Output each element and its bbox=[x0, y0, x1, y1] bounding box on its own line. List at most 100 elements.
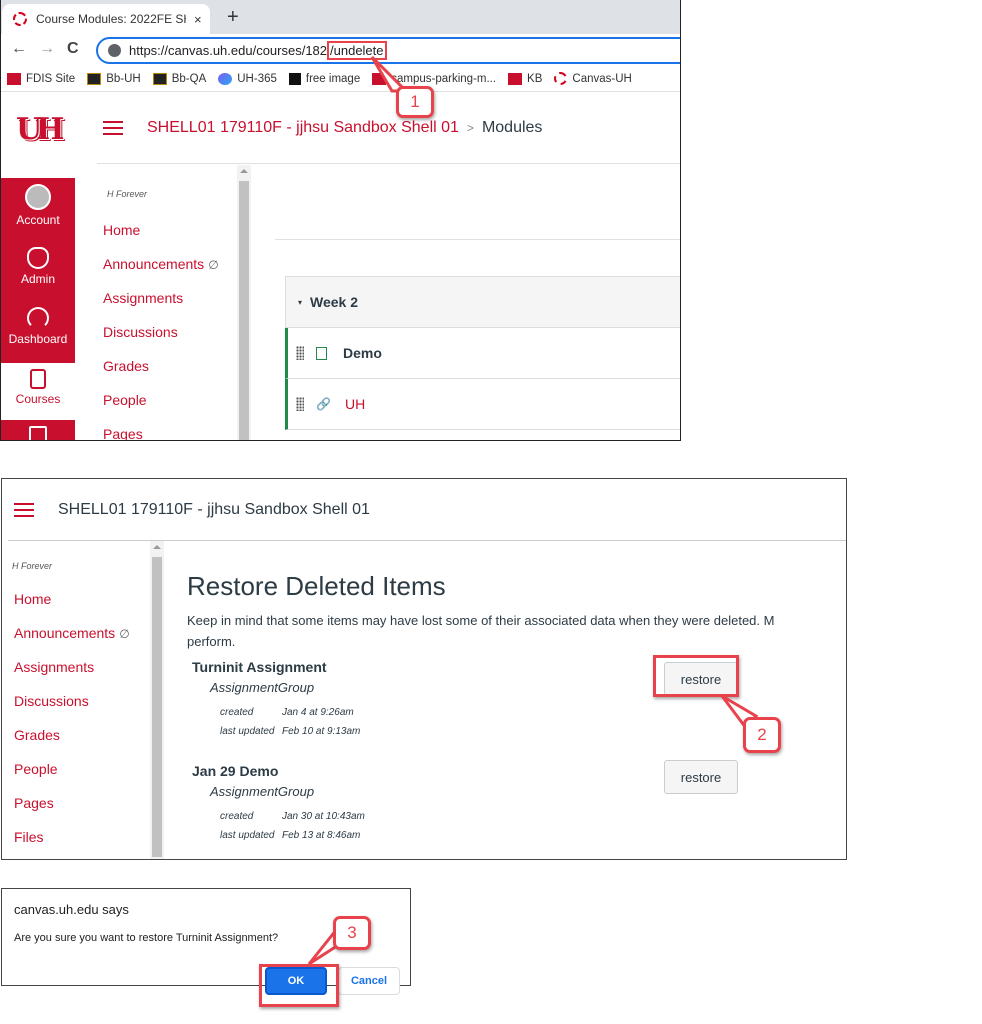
global-nav-admin[interactable]: Admin bbox=[1, 241, 75, 301]
back-icon[interactable]: ← bbox=[11, 40, 27, 58]
ok-button-highlight bbox=[259, 964, 339, 1007]
bookmark-bb-uh[interactable]: Bb-UH bbox=[87, 72, 141, 85]
forward-icon[interactable]: → bbox=[39, 40, 55, 58]
blackboard-icon bbox=[152, 72, 167, 85]
bookmark-label: Bb-UH bbox=[106, 72, 141, 85]
hamburger-menu-icon[interactable] bbox=[14, 502, 34, 517]
updated-date: Feb 13 at 8:46am bbox=[282, 830, 361, 841]
bookmark-bb-qa[interactable]: Bb-QA bbox=[152, 72, 206, 85]
course-nav-assignments[interactable]: Assignments bbox=[14, 659, 94, 675]
bookmark-label: free image bbox=[305, 72, 361, 85]
bookmark-canvas-uh[interactable]: Canvas-UH bbox=[554, 72, 632, 85]
browser-tab[interactable]: Course Modules: 2022FE SHELL01 × bbox=[2, 4, 210, 34]
meta-label: last updated bbox=[220, 726, 275, 737]
callout-1: 1 bbox=[396, 86, 434, 118]
course-nav-scrollbar[interactable] bbox=[237, 165, 251, 440]
course-nav-grades[interactable]: Grades bbox=[14, 727, 60, 743]
course-nav-home[interactable]: Home bbox=[14, 591, 51, 607]
course-nav-pages[interactable]: Pages bbox=[14, 795, 54, 811]
divider bbox=[275, 239, 680, 240]
account-icon bbox=[25, 184, 51, 210]
module-item[interactable]: 🔗 UH bbox=[285, 379, 680, 430]
new-tab-button[interactable]: + bbox=[227, 6, 239, 29]
restore-button-highlight bbox=[653, 655, 739, 697]
deleted-item-meta: created Jan 30 at 10:43am last updated Feb… bbox=[220, 807, 752, 845]
browser-toolbar: ← → C https://canvas.uh.edu/courses/182/… bbox=[1, 34, 680, 66]
course-nav-announcements[interactable]: Announcements ∅ bbox=[103, 256, 219, 272]
scroll-thumb[interactable] bbox=[239, 181, 249, 440]
course-nav-label: Announcements bbox=[103, 256, 205, 272]
global-nav-label: Admin bbox=[20, 272, 55, 286]
bookmark-fdis[interactable]: FDIS Site bbox=[7, 72, 76, 85]
callout-2: 2 bbox=[743, 717, 781, 753]
drag-handle-icon[interactable] bbox=[296, 346, 304, 360]
meta-label: created bbox=[220, 811, 254, 822]
dashboard-icon bbox=[27, 307, 49, 329]
site-info-icon[interactable] bbox=[108, 44, 121, 57]
course-nav-people[interactable]: People bbox=[103, 392, 147, 408]
meta-label: last updated bbox=[220, 830, 275, 841]
global-nav-label: Courses bbox=[15, 392, 61, 406]
scroll-up-icon[interactable] bbox=[153, 545, 161, 549]
module-item-title[interactable]: UH bbox=[345, 396, 365, 412]
course-title[interactable]: SHELL01 179110F - jjhsu Sandbox Shell 01 bbox=[58, 501, 370, 519]
uh-logo[interactable]: UH bbox=[16, 112, 65, 152]
module-item-title[interactable]: Demo bbox=[343, 345, 382, 361]
course-nav-discussions[interactable]: Discussions bbox=[103, 324, 178, 340]
cancel-button[interactable]: Cancel bbox=[338, 967, 400, 995]
blackboard-icon bbox=[87, 72, 102, 85]
course-nav-label: Announcements bbox=[14, 625, 116, 641]
global-nav-account[interactable]: Account bbox=[1, 178, 75, 241]
restore-main: Restore Deleted Items Keep in mind that … bbox=[187, 571, 846, 652]
global-nav-dashboard[interactable]: Dashboard bbox=[1, 301, 75, 363]
drag-handle-icon[interactable] bbox=[296, 397, 304, 411]
course-nav-announcements[interactable]: Announcements ∅ bbox=[14, 625, 130, 641]
breadcrumb-modules: Modules bbox=[481, 118, 543, 136]
uh-logo-icon bbox=[7, 72, 21, 85]
module-title: Week 2 bbox=[310, 294, 359, 310]
office365-icon bbox=[218, 72, 233, 85]
dialog-message: Are you sure you want to restore Turnini… bbox=[14, 932, 279, 944]
callout-3: 3 bbox=[333, 916, 371, 950]
module-item[interactable]: Demo bbox=[285, 328, 680, 379]
bookmark-label: FDIS Site bbox=[26, 72, 76, 85]
course-nav-subtitle: H Forever bbox=[12, 561, 53, 571]
meta-label: created bbox=[220, 707, 254, 718]
course-nav-scrollbar[interactable] bbox=[150, 541, 164, 859]
course-nav: H Forever Home Announcements ∅ Assignment… bbox=[97, 165, 237, 440]
bookmark-kb[interactable]: KB bbox=[508, 72, 542, 85]
scroll-up-icon[interactable] bbox=[240, 169, 248, 173]
restore-button[interactable]: restore bbox=[664, 760, 738, 794]
course-nav-grades[interactable]: Grades bbox=[103, 358, 149, 374]
link-icon: 🔗 bbox=[316, 397, 331, 411]
page-title: Restore Deleted Items bbox=[187, 571, 446, 601]
updated-date: Feb 10 at 9:13am bbox=[282, 726, 361, 737]
bookmark-uh-365[interactable]: UH-365 bbox=[218, 72, 277, 85]
scroll-thumb[interactable] bbox=[152, 557, 162, 857]
reload-icon[interactable]: C bbox=[67, 40, 79, 58]
image-icon bbox=[288, 72, 301, 85]
global-nav-courses[interactable]: Courses bbox=[1, 363, 75, 420]
close-tab-icon[interactable]: × bbox=[194, 12, 202, 27]
courses-icon bbox=[30, 369, 46, 389]
global-nav-calendar[interactable] bbox=[1, 420, 75, 440]
created-date: Jan 4 at 9:26am bbox=[282, 707, 354, 718]
restore-description: Keep in mind that some items may have lo… bbox=[187, 610, 846, 652]
course-header: SHELL01 179110F - jjhsu Sandbox Shell 01 bbox=[8, 479, 846, 541]
global-nav: UH Account Admin Dashboard Courses bbox=[1, 92, 75, 440]
course-nav-pages[interactable]: Pages bbox=[103, 426, 143, 440]
description-line: Keep in mind that some items may have lo… bbox=[187, 613, 775, 628]
browser-panel: Course Modules: 2022FE SHELL01 × + ← → C… bbox=[0, 0, 681, 441]
course-nav-home[interactable]: Home bbox=[103, 222, 140, 238]
admin-icon bbox=[27, 247, 49, 269]
collapse-caret-icon[interactable]: ▾ bbox=[298, 298, 302, 307]
hamburger-menu-icon[interactable] bbox=[103, 120, 123, 135]
calendar-icon bbox=[29, 426, 47, 440]
course-nav-people[interactable]: People bbox=[14, 761, 58, 777]
course-nav-discussions[interactable]: Discussions bbox=[14, 693, 89, 709]
course-nav-files[interactable]: Files bbox=[14, 829, 44, 845]
module-header[interactable]: ▾ Week 2 bbox=[285, 276, 680, 328]
bookmark-free-image[interactable]: free image bbox=[288, 72, 361, 85]
course-nav-assignments[interactable]: Assignments bbox=[103, 290, 183, 306]
breadcrumb-course[interactable]: SHELL01 179110F - jjhsu Sandbox Shell 01 bbox=[147, 119, 459, 137]
